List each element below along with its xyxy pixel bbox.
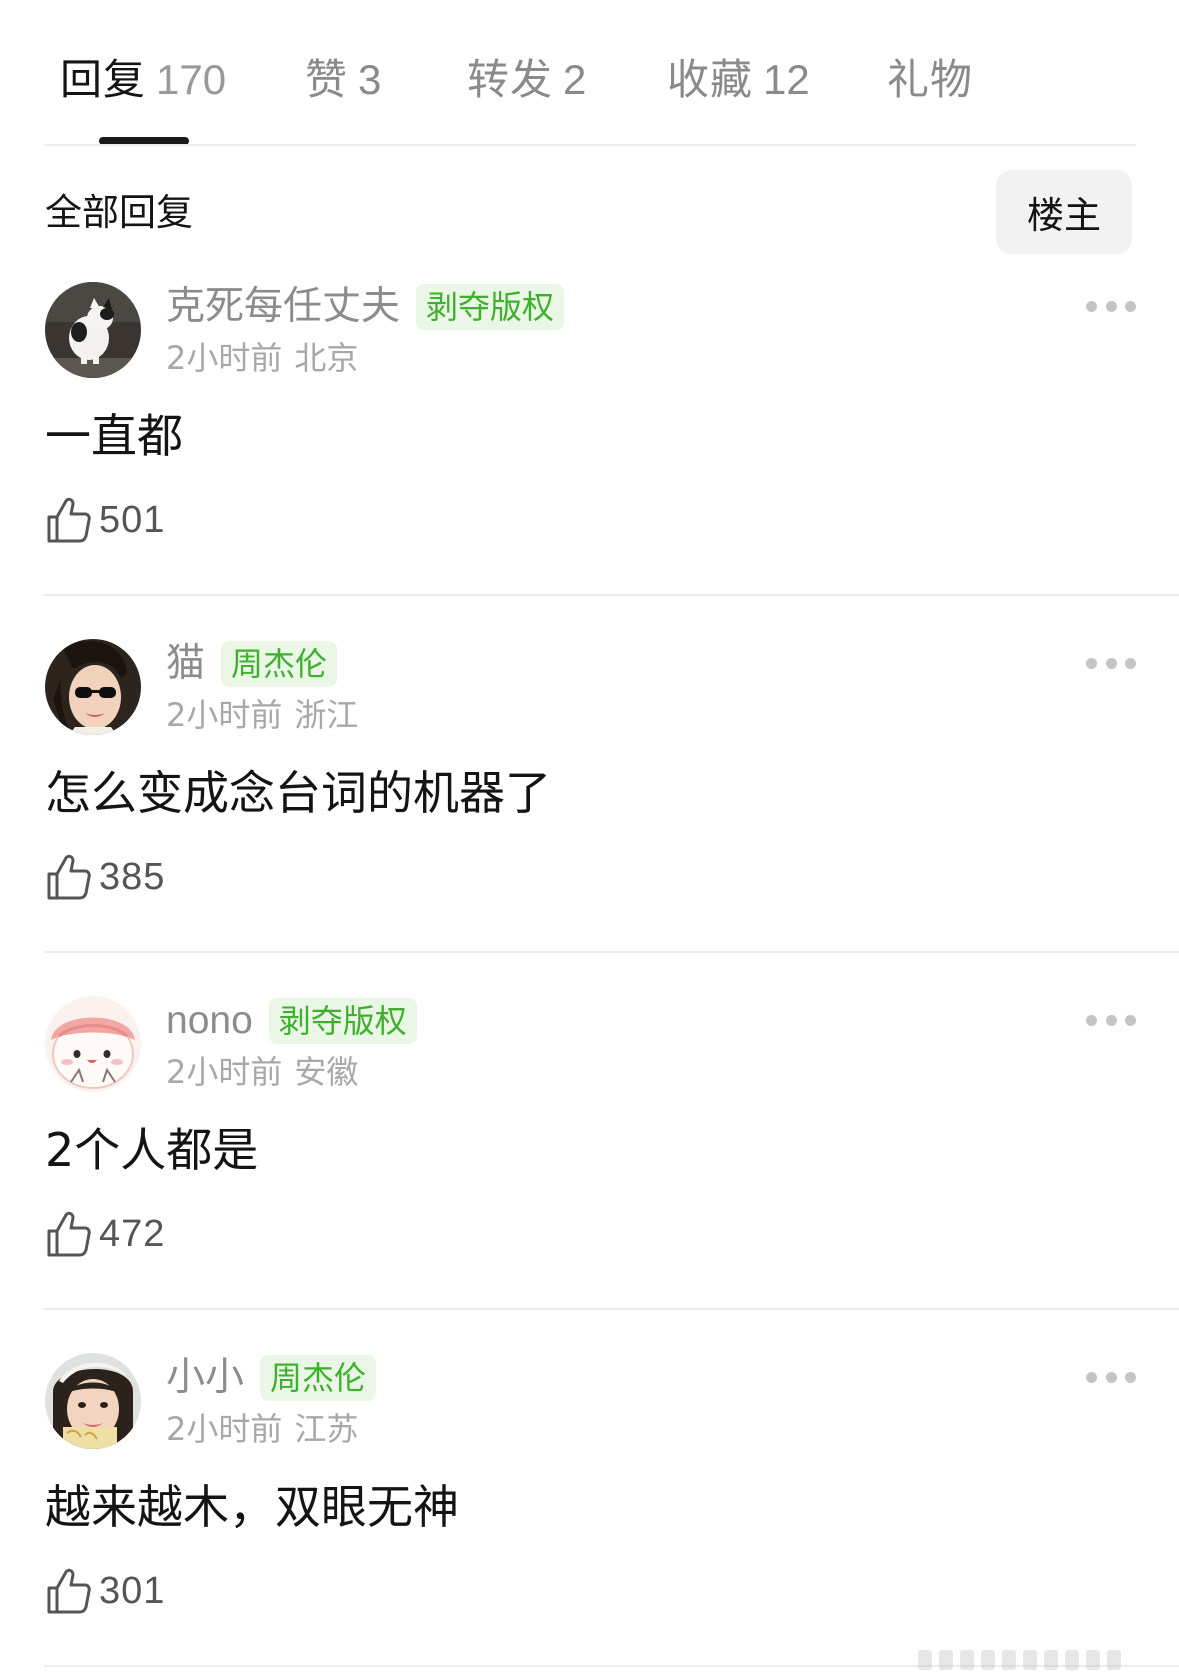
tab-count: 2 bbox=[563, 56, 587, 103]
like-button[interactable]: 301 bbox=[45, 1563, 165, 1619]
tab-label: 回复 bbox=[60, 55, 147, 104]
tab-likes[interactable]: 赞3 bbox=[305, 50, 381, 110]
tab-label: 转发 bbox=[467, 55, 554, 104]
comment-meta: 2小时前 北京 bbox=[166, 336, 358, 380]
comment-text: 一直都 bbox=[45, 409, 183, 463]
comment-divider bbox=[44, 1308, 1179, 1310]
watermark bbox=[918, 1650, 1121, 1670]
tab-label: 礼物 bbox=[887, 55, 974, 104]
tabs-divider bbox=[44, 144, 1136, 146]
like-count: 501 bbox=[99, 498, 166, 541]
comment-text: 怎么变成念台词的机器了 bbox=[45, 766, 551, 820]
avatar[interactable] bbox=[45, 282, 141, 378]
section-title: 全部回复 bbox=[45, 191, 193, 234]
comment-text: 越来越木，双眼无神 bbox=[45, 1480, 459, 1534]
avatar[interactable] bbox=[45, 996, 141, 1092]
comment-divider bbox=[44, 951, 1179, 953]
like-button[interactable]: 501 bbox=[45, 492, 165, 548]
fan-badge[interactable]: 剥夺版权 bbox=[268, 998, 417, 1044]
thumbs-up-icon bbox=[47, 497, 91, 543]
username-row: 猫 周杰伦 bbox=[166, 639, 338, 689]
username-row: 小小 周杰伦 bbox=[166, 1353, 377, 1403]
cat-avatar-image bbox=[45, 282, 141, 378]
more-options-button[interactable] bbox=[1086, 298, 1136, 314]
owner-filter-button[interactable]: 楼主 bbox=[996, 170, 1132, 254]
like-count: 385 bbox=[99, 855, 166, 898]
tab-label: 收藏 bbox=[667, 55, 754, 104]
thumbs-up-icon bbox=[47, 1211, 91, 1257]
comment-text: 2个人都是 bbox=[45, 1123, 259, 1177]
tab-replies[interactable]: 回复 170 bbox=[60, 50, 226, 110]
username[interactable]: 小小 bbox=[166, 1353, 244, 1403]
comment-time: 2小时前 bbox=[166, 1053, 283, 1091]
comment-location: 安徽 bbox=[294, 1053, 359, 1091]
comment-meta: 2小时前 浙江 bbox=[166, 693, 358, 737]
comment-meta: 2小时前 安徽 bbox=[166, 1050, 358, 1094]
more-options-button[interactable] bbox=[1086, 1012, 1136, 1028]
username[interactable]: nono bbox=[166, 996, 253, 1046]
thumbs-up-icon bbox=[47, 1568, 91, 1614]
comment-item: 克死每任丈夫 剥夺版权 2小时前 北京 一直都 501 bbox=[0, 282, 1179, 639]
woman-sunglasses-avatar-image bbox=[45, 639, 141, 735]
thumbs-up-icon bbox=[47, 854, 91, 900]
fan-badge[interactable]: 剥夺版权 bbox=[416, 284, 565, 330]
like-count: 472 bbox=[99, 1212, 166, 1255]
comment-location: 浙江 bbox=[294, 696, 359, 734]
comment-meta: 2小时前 江苏 bbox=[166, 1407, 358, 1451]
like-button[interactable]: 385 bbox=[45, 849, 165, 905]
comment-location: 江苏 bbox=[294, 1410, 359, 1448]
tab-favorites[interactable]: 收藏 12 bbox=[667, 50, 810, 110]
tab-count: 12 bbox=[763, 56, 810, 103]
comment-item: 猫 周杰伦 2小时前 浙江 怎么变成念台词的机器了 385 bbox=[0, 639, 1179, 996]
tab-count: 170 bbox=[156, 56, 227, 103]
comment-location: 北京 bbox=[294, 339, 359, 377]
like-button[interactable]: 472 bbox=[45, 1206, 165, 1262]
username-row: nono 剥夺版权 bbox=[166, 996, 417, 1046]
tab-gifts[interactable]: 礼物 bbox=[887, 50, 973, 110]
cartoon-face-avatar-image bbox=[45, 996, 141, 1092]
username[interactable]: 猫 bbox=[166, 639, 205, 689]
comment-item: 小小 周杰伦 2小时前 江苏 越来越木，双眼无神 301 bbox=[0, 1353, 1179, 1679]
tab-label: 赞 bbox=[305, 55, 349, 104]
username[interactable]: 克死每任丈夫 bbox=[166, 282, 400, 332]
avatar[interactable] bbox=[45, 1353, 141, 1449]
tab-bar: 回复 170 赞3 转发 2 收藏 12 礼物 bbox=[0, 0, 1179, 146]
tab-count: 3 bbox=[358, 56, 382, 103]
comment-time: 2小时前 bbox=[166, 696, 283, 734]
more-options-button[interactable] bbox=[1086, 1369, 1136, 1385]
comment-divider bbox=[44, 594, 1179, 596]
avatar[interactable] bbox=[45, 639, 141, 735]
like-count: 301 bbox=[99, 1569, 166, 1612]
comment-item: nono 剥夺版权 2小时前 安徽 2个人都是 472 bbox=[0, 996, 1179, 1353]
comment-time: 2小时前 bbox=[166, 339, 283, 377]
more-options-button[interactable] bbox=[1086, 655, 1136, 671]
fan-badge[interactable]: 周杰伦 bbox=[221, 641, 338, 687]
girl-avatar-image bbox=[45, 1353, 141, 1449]
fan-badge[interactable]: 周杰伦 bbox=[260, 1355, 377, 1401]
tab-reposts[interactable]: 转发 2 bbox=[467, 50, 586, 110]
comment-time: 2小时前 bbox=[166, 1410, 283, 1448]
username-row: 克死每任丈夫 剥夺版权 bbox=[166, 282, 565, 332]
